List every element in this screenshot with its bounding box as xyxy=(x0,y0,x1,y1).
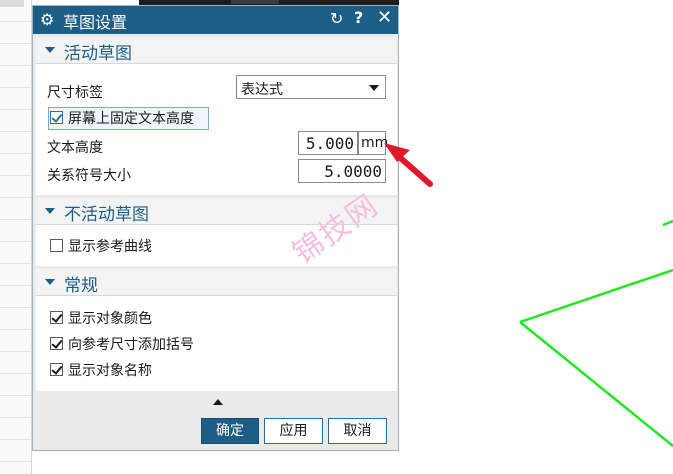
annotation-arrow xyxy=(384,143,433,187)
arrow-shaft xyxy=(393,151,433,187)
